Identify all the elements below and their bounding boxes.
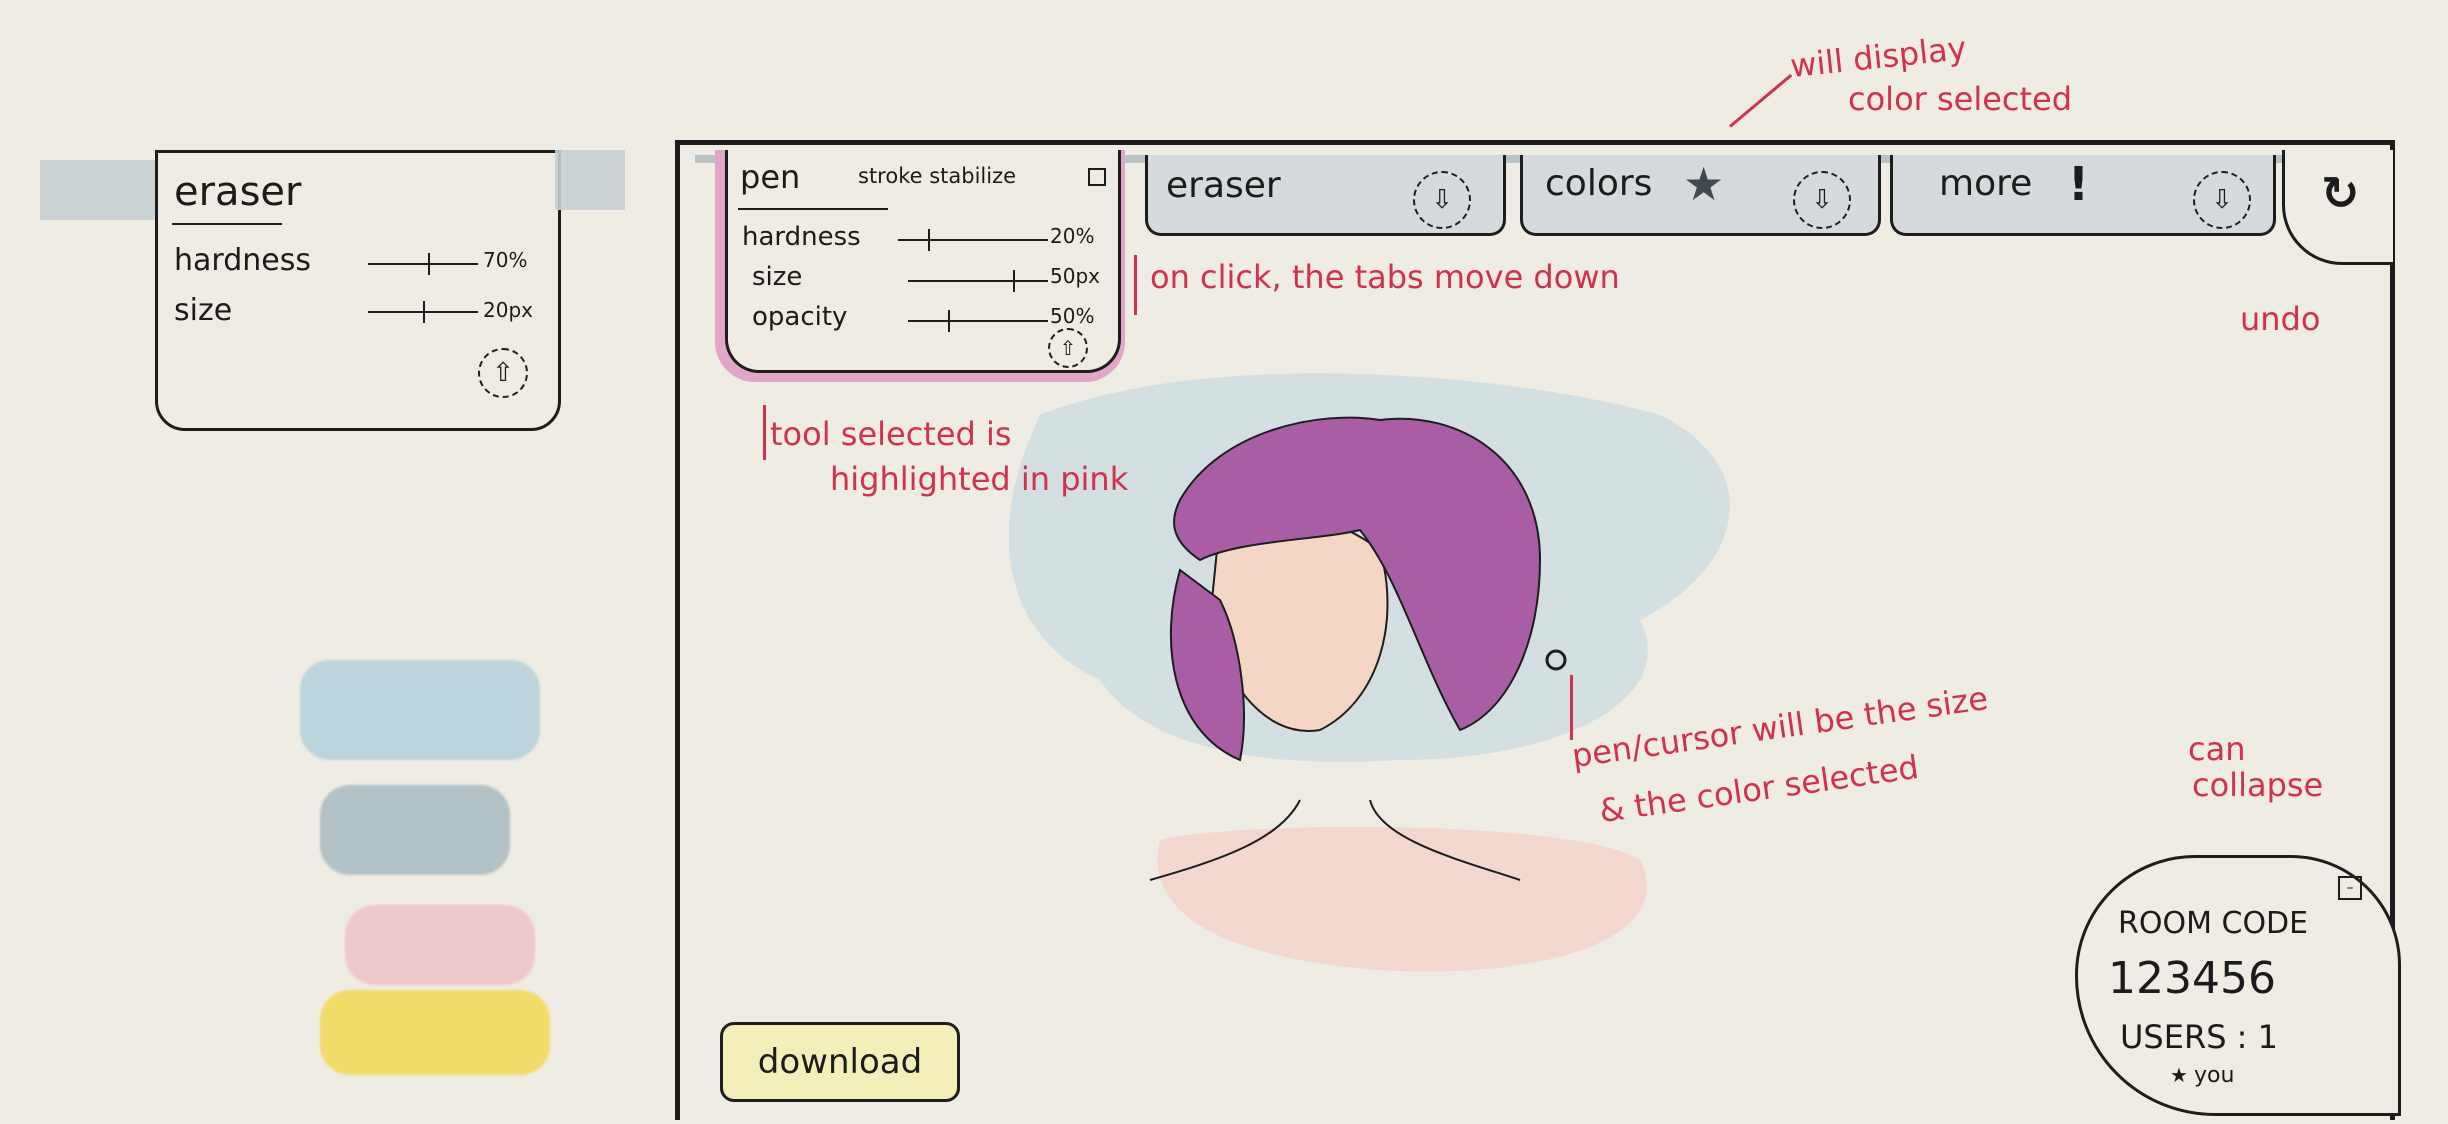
undo-icon: ↻ — [2321, 166, 2360, 220]
eraser-size-value: 20px — [483, 298, 533, 322]
annotation-arrow-down — [1134, 255, 1137, 315]
stroke-stabilize-label: stroke stabilize — [858, 164, 1017, 188]
pen-opacity-value: 50% — [1050, 304, 1095, 328]
eraser-hardness-slider[interactable] — [368, 263, 478, 265]
eraser-panel-title: eraser — [174, 169, 302, 215]
more-tab-label: more — [1939, 163, 2033, 204]
room-user-entry: you — [2194, 1063, 2235, 1088]
pen-hardness-slider[interactable] — [898, 239, 1048, 241]
annotation-arrow-colors — [1729, 73, 1793, 128]
pen-size-label: size — [752, 262, 803, 292]
swatch-gray-blue — [320, 785, 510, 875]
pen-opacity-label: opacity — [752, 302, 848, 332]
eraser-tab-label: eraser — [1166, 165, 1281, 206]
pen-tab-collapse-button[interactable]: ⇧ — [1048, 328, 1088, 368]
annotation-collapse-2: collapse — [2192, 766, 2324, 804]
eraser-hardness-value: 70% — [483, 248, 528, 272]
room-code-value: 123456 — [2108, 953, 2276, 1004]
star-icon: ★ — [1683, 157, 1725, 211]
swatch-yellow — [320, 990, 550, 1075]
eraser-hardness-label: hardness — [174, 243, 311, 278]
annotation-tool-selected-2: highlighted in pink — [830, 460, 1129, 498]
annotation-arrow-cursor — [1570, 675, 1573, 740]
eraser-panel-example: eraser hardness 70% size 20px ⇧ — [155, 150, 561, 431]
annotation-tool-selected-1: tool selected is — [770, 415, 1012, 453]
pen-hardness-value: 20% — [1050, 224, 1095, 248]
arrow-down-icon: ⇩ — [1811, 185, 1833, 215]
arrow-down-icon: ⇩ — [2211, 185, 2233, 215]
download-button[interactable]: download — [720, 1022, 960, 1102]
minimize-icon: – — [2346, 880, 2354, 896]
eraser-tab-expand-button[interactable]: ⇩ — [1413, 171, 1471, 229]
annotation-collapse-1: can — [2188, 730, 2246, 768]
tab-colors[interactable]: colors ★ ⇩ — [1520, 155, 1881, 236]
colors-tab-label: colors — [1545, 163, 1653, 204]
eraser-hardness-knob[interactable] — [428, 253, 430, 275]
pen-opacity-slider[interactable] — [908, 320, 1048, 322]
more-tab-mark: ! — [2068, 157, 2089, 211]
annotation-colors-display-1: will display — [1788, 28, 1969, 86]
annotation-colors-display-2: color selected — [1848, 80, 2073, 118]
eraser-panel-collapse-button[interactable]: ⇧ — [478, 348, 528, 398]
pen-size-slider[interactable] — [908, 280, 1048, 282]
annotation-undo: undo — [2240, 300, 2321, 338]
eraser-size-label: size — [174, 293, 233, 328]
swatch-light-blue — [300, 660, 540, 760]
room-users-label: USERS : 1 — [2120, 1018, 2278, 1056]
annotation-tabs-move: on click, the tabs move down — [1150, 258, 1620, 296]
stroke-stabilize-checkbox[interactable] — [1088, 168, 1106, 186]
swatch-pink — [345, 905, 535, 985]
pen-size-knob[interactable] — [1013, 270, 1015, 292]
pen-hardness-knob[interactable] — [928, 229, 930, 251]
pen-tab-label: pen — [740, 158, 801, 196]
tab-eraser[interactable]: eraser ⇩ — [1145, 155, 1506, 236]
annotation-arrow-tool — [763, 405, 766, 460]
eraser-size-knob[interactable] — [423, 301, 425, 323]
pen-hardness-label: hardness — [742, 222, 861, 252]
arrow-up-icon: ⇧ — [492, 358, 514, 388]
pen-size-value: 50px — [1050, 264, 1100, 288]
room-code-label: ROOM CODE — [2118, 906, 2309, 941]
star-icon: ★ — [2170, 1063, 2188, 1087]
tab-pen[interactable]: pen stroke stabilize hardness 20% size 5… — [725, 150, 1121, 373]
pen-opacity-knob[interactable] — [948, 310, 950, 332]
arrow-down-icon: ⇩ — [1431, 185, 1453, 215]
colors-tab-expand-button[interactable]: ⇩ — [1793, 171, 1851, 229]
tab-more[interactable]: more ! ⇩ — [1890, 155, 2276, 236]
room-panel-collapse-button[interactable]: – — [2338, 876, 2362, 900]
more-tab-expand-button[interactable]: ⇩ — [2193, 171, 2251, 229]
arrow-up-icon: ⇧ — [1059, 336, 1077, 360]
download-button-label: download — [757, 1042, 923, 1082]
room-panel: – ROOM CODE 123456 USERS : 1 ★ you — [2075, 855, 2401, 1116]
